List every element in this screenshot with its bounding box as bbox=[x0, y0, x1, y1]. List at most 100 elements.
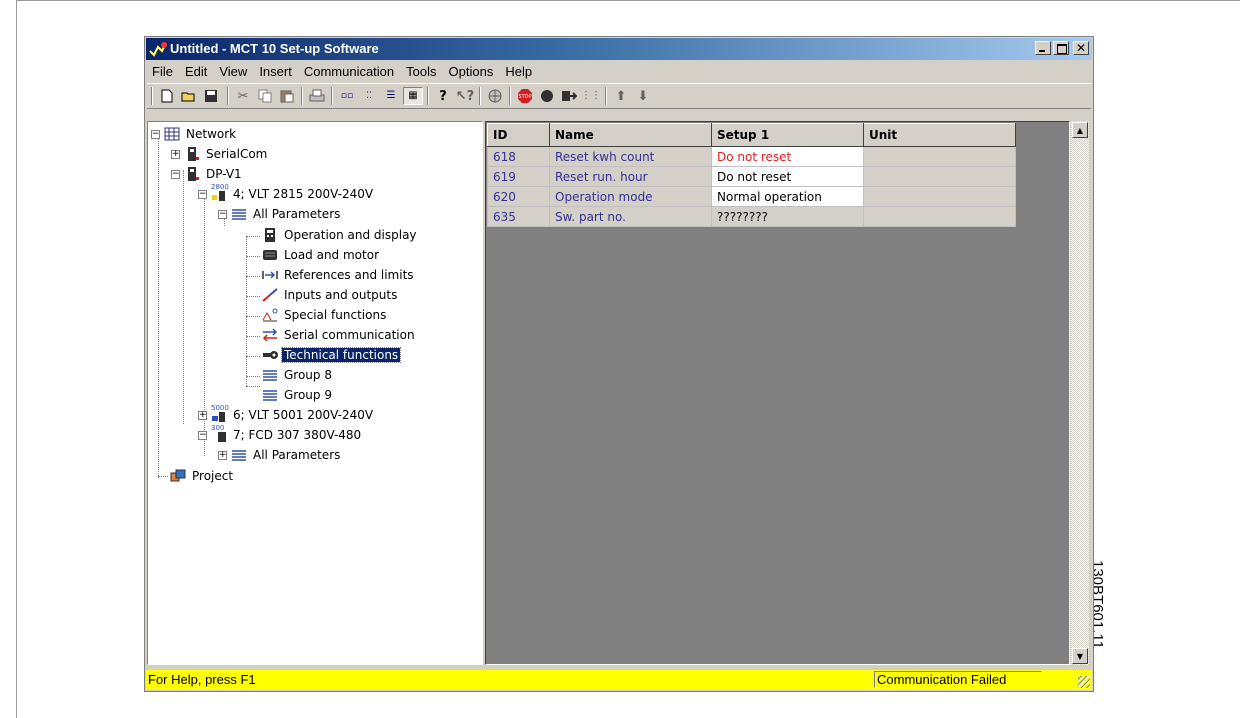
tree-node-operation-display[interactable]: Operation and display bbox=[262, 226, 419, 244]
scroll-down-icon[interactable]: ▼ bbox=[1072, 648, 1088, 664]
open-icon[interactable] bbox=[179, 87, 199, 105]
tree-node-project[interactable]: Project bbox=[170, 467, 235, 485]
collapse-icon[interactable]: − bbox=[151, 129, 160, 139]
menu-edit[interactable]: Edit bbox=[179, 62, 213, 82]
menu-insert[interactable]: Insert bbox=[253, 62, 298, 82]
toolbar-separator bbox=[479, 87, 481, 105]
tree-node-serial-communication[interactable]: Serial communication bbox=[262, 326, 417, 344]
down-arrow-icon[interactable]: ⬇ bbox=[633, 87, 653, 105]
title-bar[interactable]: Untitled - MCT 10 Set-up Software ✕ bbox=[146, 38, 1092, 60]
drive-icon bbox=[188, 167, 199, 181]
collapse-icon[interactable]: − bbox=[218, 209, 227, 219]
cell-unit bbox=[863, 146, 1016, 167]
tree-node-references-limits[interactable]: References and limits bbox=[262, 266, 416, 284]
cell-name: Reset run. hour bbox=[549, 166, 712, 187]
copy-icon[interactable] bbox=[255, 87, 275, 105]
parameter-table: ID Name Setup 1 Unit 618 Reset kwh count… bbox=[487, 123, 1016, 227]
network-tree[interactable]: − Network + SerialCom − DP-V1 − 2800 4; … bbox=[147, 121, 483, 665]
table-row[interactable]: 620 Operation mode Normal operation bbox=[487, 186, 1016, 207]
tree-label: Load and motor bbox=[284, 248, 380, 262]
tree-node-vlt2815[interactable]: − 2800 4; VLT 2815 200V-240V bbox=[198, 183, 375, 203]
record-icon[interactable] bbox=[537, 87, 557, 105]
cell-setup[interactable]: Do not reset bbox=[711, 166, 864, 187]
menu-options[interactable]: Options bbox=[443, 62, 500, 82]
column-header-name[interactable]: Name bbox=[549, 123, 712, 147]
list-icon[interactable]: ☰ bbox=[381, 87, 401, 105]
parameter-grid: ID Name Setup 1 Unit 618 Reset kwh count… bbox=[485, 121, 1070, 665]
column-header-id[interactable]: ID bbox=[487, 123, 550, 147]
tree-label: DP-V1 bbox=[206, 167, 242, 181]
parameter-list-icon bbox=[232, 209, 246, 220]
tree-node-serialcom[interactable]: + SerialCom bbox=[171, 145, 269, 163]
resize-grip-icon[interactable] bbox=[1078, 676, 1090, 688]
help-icon[interactable]: ? bbox=[433, 87, 453, 105]
paste-icon[interactable] bbox=[277, 87, 297, 105]
tree-label-selected: Technical functions bbox=[280, 347, 402, 363]
table-row[interactable]: 618 Reset kwh count Do not reset bbox=[487, 146, 1016, 167]
column-header-unit[interactable]: Unit bbox=[863, 123, 1016, 147]
tree-node-dpv1[interactable]: − DP-V1 bbox=[171, 165, 244, 183]
drive-icon bbox=[188, 147, 199, 161]
tree-line bbox=[246, 276, 260, 277]
tree-node-network[interactable]: − Network bbox=[151, 125, 238, 143]
model-badge: 5000 bbox=[211, 404, 229, 412]
table-header-row: ID Name Setup 1 Unit bbox=[487, 123, 1016, 147]
tree-line bbox=[246, 256, 260, 257]
expand-icon[interactable]: + bbox=[171, 149, 180, 159]
tree-node-group-8[interactable]: Group 8 bbox=[262, 366, 334, 384]
svg-text:STOP: STOP bbox=[518, 94, 531, 100]
cell-setup[interactable]: Normal operation bbox=[711, 186, 864, 207]
menu-help[interactable]: Help bbox=[499, 62, 538, 82]
cell-setup[interactable]: Do not reset bbox=[711, 146, 864, 167]
tree-label: 7; FCD 307 380V-480 bbox=[233, 428, 362, 442]
collapse-icon[interactable]: − bbox=[198, 430, 207, 440]
collapse-icon[interactable]: − bbox=[171, 169, 180, 179]
context-help-icon[interactable]: ↖? bbox=[455, 87, 475, 105]
tree-node-technical-functions[interactable]: Technical functions bbox=[262, 346, 402, 364]
tree-line bbox=[246, 316, 260, 317]
tree-node-inputs-outputs[interactable]: Inputs and outputs bbox=[262, 286, 399, 304]
menu-file[interactable]: File bbox=[146, 62, 179, 82]
tree-label: 6; VLT 5001 200V-240V bbox=[233, 408, 374, 422]
stop-icon[interactable]: STOP bbox=[515, 87, 535, 105]
collapse-icon[interactable]: − bbox=[198, 189, 207, 199]
menu-view[interactable]: View bbox=[213, 62, 253, 82]
send-icon[interactable] bbox=[559, 87, 579, 105]
tree-node-load-motor[interactable]: Load and motor bbox=[262, 246, 381, 264]
tree-node-all-parameters-2[interactable]: + All Parameters bbox=[218, 446, 342, 464]
tree-line bbox=[246, 376, 260, 377]
details-icon[interactable]: ▦ bbox=[403, 87, 423, 105]
vertical-scrollbar[interactable]: ▲ ▼ bbox=[1070, 121, 1089, 665]
column-header-setup[interactable]: Setup 1 bbox=[711, 123, 864, 147]
menu-tools[interactable]: Tools bbox=[400, 62, 442, 82]
expand-icon[interactable]: + bbox=[198, 410, 207, 420]
tree-node-vlt5001[interactable]: + 5000 6; VLT 5001 200V-240V bbox=[198, 404, 375, 424]
expand-icon[interactable]: + bbox=[218, 450, 227, 460]
minimize-button[interactable] bbox=[1035, 41, 1051, 55]
cut-icon[interactable]: ✂ bbox=[233, 87, 253, 105]
special-functions-icon bbox=[262, 308, 278, 322]
tree-node-group-9[interactable]: Group 9 bbox=[262, 386, 334, 404]
network-icon[interactable] bbox=[485, 87, 505, 105]
table-row[interactable]: 619 Reset run. hour Do not reset bbox=[487, 166, 1016, 187]
table-row[interactable]: 635 Sw. part no. ???????? bbox=[487, 206, 1016, 227]
large-icons-icon[interactable]: ▫▫ bbox=[337, 87, 357, 105]
up-arrow-icon[interactable]: ⬆ bbox=[611, 87, 631, 105]
tree-node-special-functions[interactable]: Special functions bbox=[262, 306, 388, 324]
close-button[interactable]: ✕ bbox=[1073, 41, 1089, 55]
scroll-up-icon[interactable]: ▲ bbox=[1072, 122, 1088, 138]
tree-line bbox=[246, 236, 247, 386]
tree-node-fcd307[interactable]: − 300 7; FCD 307 380V-480 bbox=[198, 424, 363, 444]
cell-setup: ???????? bbox=[711, 206, 864, 227]
new-icon[interactable] bbox=[157, 87, 177, 105]
save-icon[interactable] bbox=[201, 87, 221, 105]
toolbar-separator bbox=[605, 87, 607, 105]
maximize-button[interactable] bbox=[1053, 41, 1069, 55]
compare-icon[interactable]: ⋮⋮ bbox=[581, 87, 601, 105]
tree-node-all-parameters[interactable]: − All Parameters bbox=[218, 205, 342, 223]
serial-arrows-icon bbox=[262, 328, 278, 342]
small-icons-icon[interactable]: ⁚⁚ bbox=[359, 87, 379, 105]
print-icon[interactable] bbox=[307, 87, 327, 105]
model-badge: 2800 bbox=[211, 183, 229, 191]
menu-communication[interactable]: Communication bbox=[298, 62, 400, 82]
